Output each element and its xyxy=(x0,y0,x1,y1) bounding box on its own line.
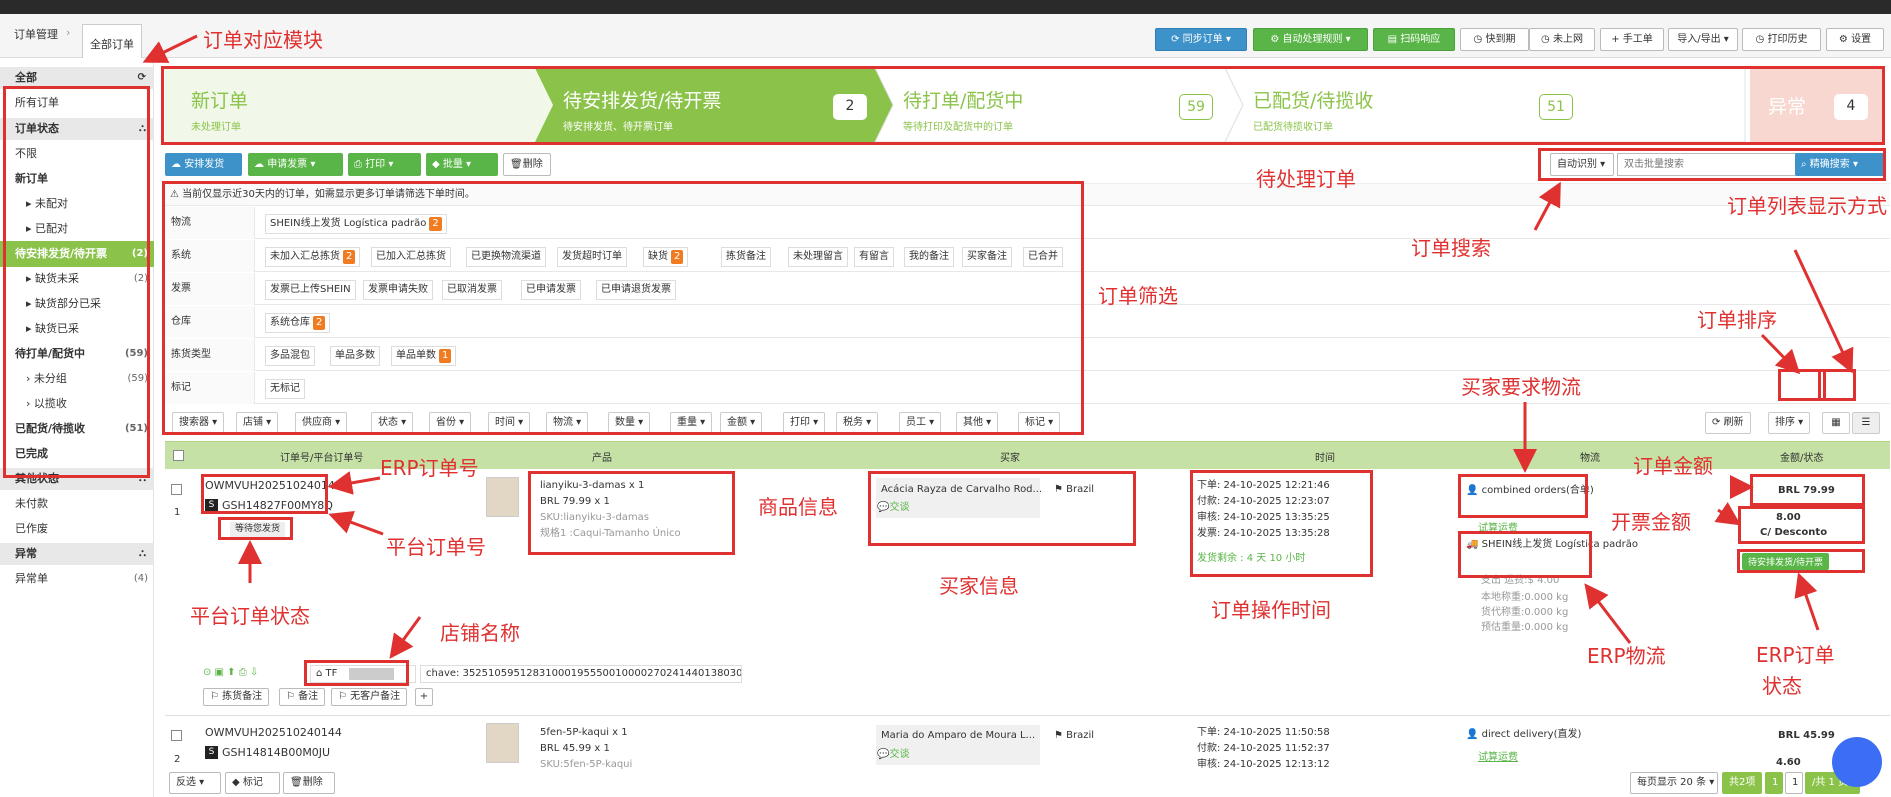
annotation-op-time: 订单操作时间 xyxy=(1211,598,1331,622)
annotation-buyer-logistics: 买家要求物流 xyxy=(1461,375,1581,399)
annotation-arrows xyxy=(142,34,1854,659)
annotation-product-info: 商品信息 xyxy=(758,495,838,519)
annotation-amount: 订单金额 xyxy=(1633,454,1713,478)
annotation-module: 订单对应模块 xyxy=(203,28,323,52)
annotation-erp-status-2: 状态 xyxy=(1762,674,1802,698)
annotation-shop-name: 店铺名称 xyxy=(440,621,520,645)
annotation-erp-no: ERP订单号 xyxy=(380,456,479,480)
annotation-invoice-amount: 开票金额 xyxy=(1611,510,1691,534)
annotation-platform-no: 平台订单号 xyxy=(386,535,486,559)
annotation-platform-status: 平台订单状态 xyxy=(190,604,310,628)
annotation-search: 订单搜索 xyxy=(1411,236,1491,260)
annotation-filter: 订单筛选 xyxy=(1098,284,1178,308)
annotation-erp-logistics: ERP物流 xyxy=(1587,644,1666,668)
annotation-pending: 待处理订单 xyxy=(1256,167,1356,191)
annotation-display-mode: 订单列表显示方式 xyxy=(1727,194,1887,218)
annotation-erp-status: ERP订单 xyxy=(1756,643,1835,667)
annotation-sort: 订单排序 xyxy=(1697,308,1777,332)
annotation-buyer-info: 买家信息 xyxy=(939,574,1019,598)
